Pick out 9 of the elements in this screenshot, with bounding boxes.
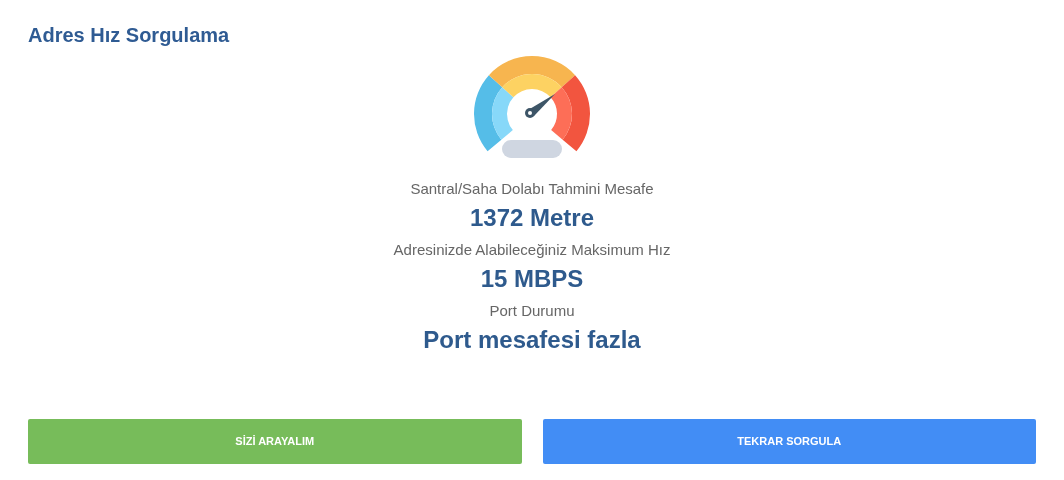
page-title: Adres Hız Sorgulama <box>28 23 230 48</box>
result-value: 1372 Metre <box>469 203 595 233</box>
result-label: Adresinizde Alabileceğiniz Maksimum Hız <box>393 240 671 260</box>
result-label: Port Durumu <box>489 301 575 321</box>
result-value: Port mesafesi fazla <box>423 325 641 355</box>
action-button[interactable]: SİZİ ARAYALIM <box>28 419 522 464</box>
action-button[interactable]: TEKRAR SORGULA <box>542 419 1036 464</box>
result-label: Santral/Saha Dolabı Tahmini Mesafe <box>410 179 654 199</box>
result-value: 15 MBPS <box>480 264 584 294</box>
